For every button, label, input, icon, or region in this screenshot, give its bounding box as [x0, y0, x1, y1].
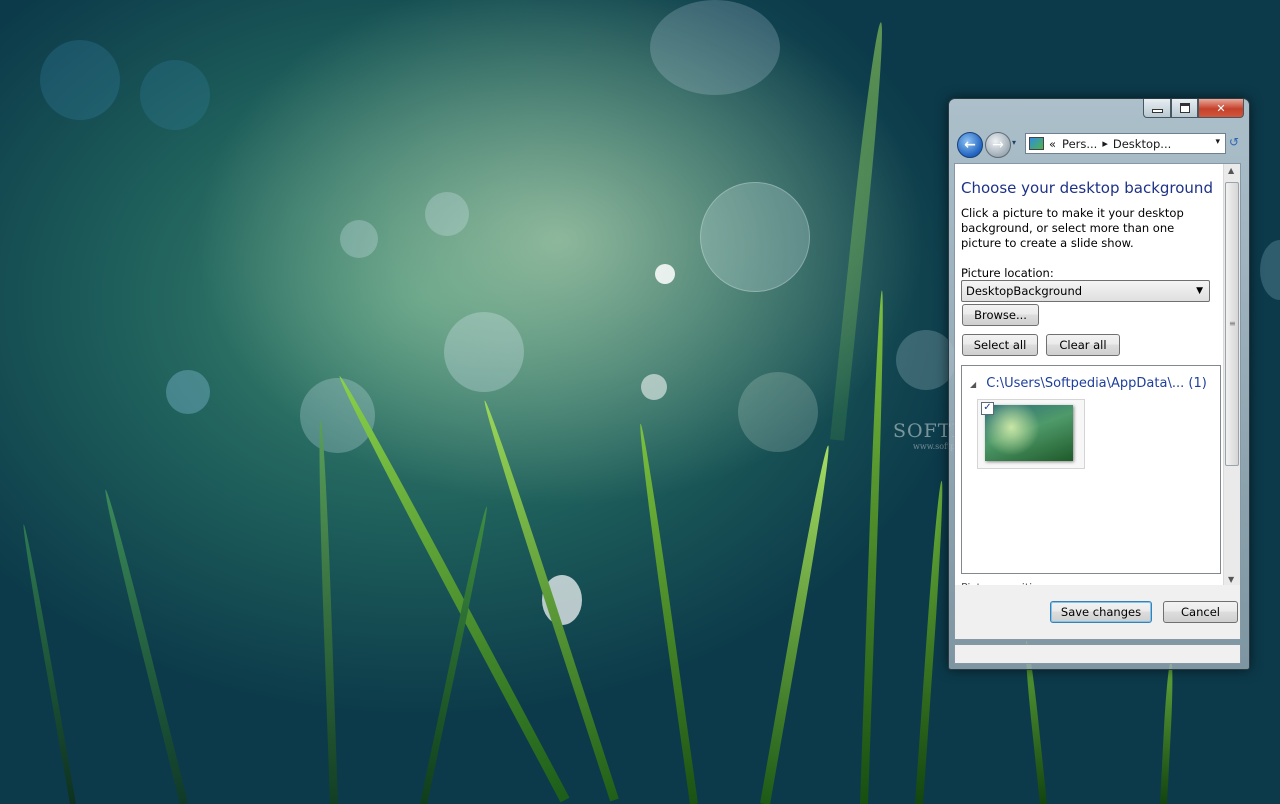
wallpaper-grass-blade — [480, 399, 619, 802]
forward-button[interactable]: → — [985, 132, 1011, 158]
recent-pages-dropdown[interactable]: ▾ — [1012, 138, 1016, 147]
wallpaper-thumbnail-image — [985, 405, 1073, 461]
page-description: Click a picture to make it your desktop … — [961, 206, 1184, 250]
page-title: Choose your desktop background — [961, 179, 1213, 197]
wallpaper-grass-blade — [860, 290, 886, 804]
scrollbar-thumb[interactable]: ≡ — [1225, 182, 1239, 466]
status-bar — [954, 644, 1241, 664]
wallpaper-grass-blade — [101, 488, 188, 804]
close-icon: ✕ — [1216, 101, 1226, 115]
scroll-up-icon[interactable]: ▲ — [1228, 166, 1234, 175]
wallpaper-bokeh — [444, 312, 524, 392]
minimize-icon — [1151, 109, 1163, 113]
minimize-button[interactable] — [1143, 99, 1171, 118]
picture-thumbnail[interactable]: ✓ — [977, 399, 1085, 469]
address-dropdown-icon[interactable]: ▾ — [1215, 137, 1220, 147]
gallery-group-count: (1) — [1188, 376, 1207, 391]
breadcrumb-desktop-background[interactable]: Desktop... — [1113, 137, 1171, 151]
wallpaper-grass-blade — [915, 480, 946, 804]
maximize-button[interactable] — [1171, 99, 1198, 118]
scrollbar-grip-icon: ≡ — [1229, 319, 1236, 328]
back-arrow-icon: ← — [964, 137, 976, 153]
control-panel-icon — [1029, 137, 1044, 150]
address-chevron[interactable]: « — [1049, 137, 1056, 151]
wallpaper-bokeh — [425, 192, 469, 236]
picture-location-value: DesktopBackground — [966, 284, 1083, 298]
browse-button[interactable]: Browse... — [962, 304, 1039, 326]
wallpaper-bokeh — [641, 374, 667, 400]
wallpaper-bokeh — [166, 370, 210, 414]
wallpaper-bokeh — [40, 40, 120, 120]
wallpaper-bokeh — [140, 60, 210, 130]
clear-all-button[interactable]: Clear all — [1046, 334, 1120, 356]
wallpaper-grass-blade — [760, 444, 834, 804]
wallpaper-bokeh — [650, 0, 780, 95]
collapse-triangle-icon[interactable]: ◢ — [970, 380, 976, 389]
content-pane: Choose your desktop background Click a p… — [954, 163, 1241, 587]
scroll-down-icon[interactable]: ▼ — [1228, 575, 1234, 584]
wallpaper-bokeh — [700, 182, 810, 292]
wallpaper-grass-blade — [316, 420, 338, 804]
address-bar[interactable]: « Pers... ▸ Desktop... ▾ — [1025, 133, 1226, 154]
wallpaper-grass-blade — [1160, 660, 1175, 804]
gallery-group-header[interactable]: ◢ C:\Users\Softpedia\AppData\... (1) — [970, 376, 1207, 391]
vertical-scrollbar[interactable]: ▲ ≡ ▼ — [1223, 164, 1240, 586]
navigation-bar: ← → ▾ « Pers... ▸ Desktop... ▾ ↺ — [957, 131, 1245, 158]
maximize-icon — [1179, 103, 1190, 113]
personalization-window: ✕ ← → ▾ « Pers... ▸ Desktop... ▾ ↺ Choos… — [948, 98, 1250, 670]
breadcrumb-separator: ▸ — [1102, 137, 1108, 150]
gallery-group-path: C:\Users\Softpedia\AppData\... — [986, 376, 1185, 391]
refresh-icon[interactable]: ↺ — [1229, 135, 1239, 149]
wallpaper-bokeh — [655, 264, 675, 284]
picture-gallery: ◢ C:\Users\Softpedia\AppData\... (1) ✓ — [961, 365, 1221, 574]
select-all-button[interactable]: Select all — [962, 334, 1038, 356]
wallpaper-grass-blade — [335, 373, 570, 803]
wallpaper-bokeh — [896, 330, 956, 390]
dialog-footer: Save changes Cancel — [954, 585, 1241, 640]
picture-location-select[interactable]: DesktopBackground ▼ — [961, 280, 1210, 302]
back-button[interactable]: ← — [957, 132, 983, 158]
wallpaper-bokeh — [340, 220, 378, 258]
save-changes-button[interactable]: Save changes — [1050, 601, 1152, 623]
breadcrumb-personalization[interactable]: Pers... — [1062, 137, 1097, 151]
wallpaper-grass-blade — [636, 423, 698, 804]
picture-checkbox[interactable]: ✓ — [981, 402, 994, 415]
close-button[interactable]: ✕ — [1198, 99, 1244, 118]
window-controls: ✕ — [1143, 99, 1244, 119]
dropdown-arrow-icon: ▼ — [1196, 286, 1203, 296]
wallpaper-grass-blade — [20, 523, 76, 804]
cancel-button[interactable]: Cancel — [1163, 601, 1238, 623]
forward-arrow-icon: → — [992, 137, 1004, 153]
wallpaper-bokeh — [738, 372, 818, 452]
picture-location-label: Picture location: — [961, 266, 1054, 280]
wallpaper-bokeh — [1260, 240, 1280, 300]
